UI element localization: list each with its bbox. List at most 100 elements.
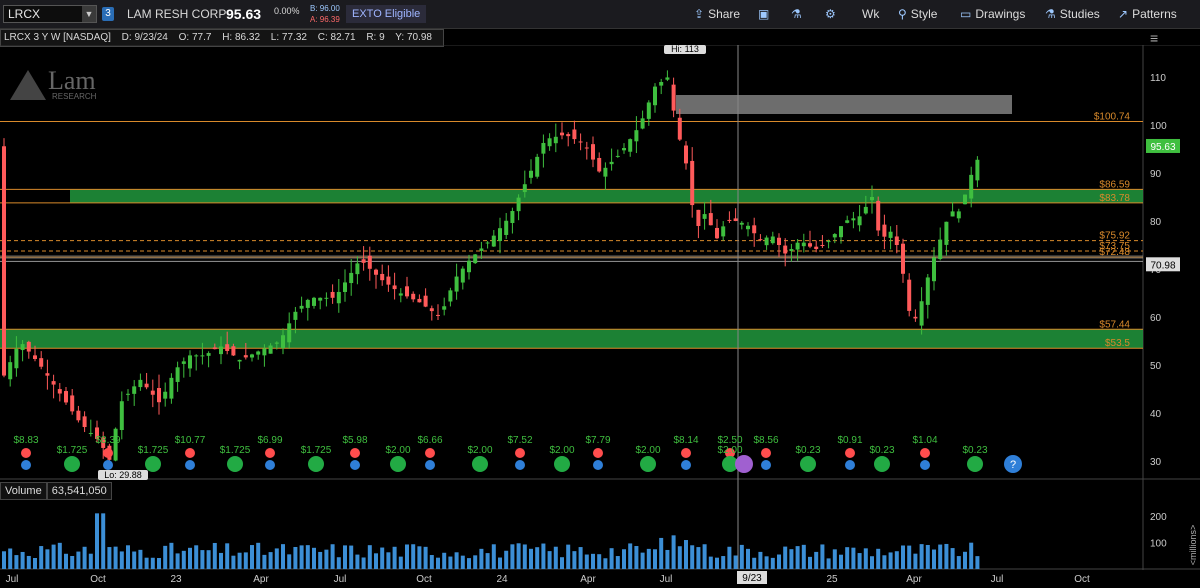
level-label-6: $57.44 (1099, 319, 1130, 330)
info-range: R: 9 (366, 32, 385, 43)
info-icon (920, 460, 930, 470)
studies-button[interactable]: ⚗ Studies (1045, 4, 1100, 24)
candle-body (20, 344, 25, 351)
volume-bar (355, 554, 360, 569)
info-low: L: 77.32 (270, 32, 307, 43)
candle-body (64, 391, 68, 403)
earnings-value: $0.91 (837, 435, 862, 446)
earnings-value: $10.77 (175, 435, 206, 446)
candle-body (57, 389, 62, 394)
earnings-value: $8.14 (673, 435, 698, 446)
share-button[interactable]: ⇪ Share (694, 4, 740, 24)
y-tick-110: 110 (1150, 73, 1166, 84)
candle-body (950, 211, 955, 217)
candle-body (783, 245, 788, 254)
candle-body (150, 390, 155, 395)
volume-bar (801, 544, 806, 569)
candle-body (529, 170, 533, 178)
volume-bar (206, 550, 211, 569)
volume-bar (181, 550, 186, 569)
symbol-input[interactable]: LRCX ▼ (3, 5, 97, 23)
collapse-icon[interactable]: ≡ (1150, 30, 1158, 46)
drawings-button[interactable]: ▭ Drawings (960, 4, 1025, 24)
level-label-7: $53.5 (1105, 338, 1130, 349)
volume-bar (305, 545, 310, 569)
candle-body (560, 132, 564, 136)
volume-bar (132, 551, 137, 569)
volume-bar (436, 557, 440, 569)
candle-body (510, 211, 515, 223)
candle-body (659, 82, 664, 86)
volume-bar (107, 547, 112, 569)
candle-body (274, 342, 279, 344)
drawings-icon: ▭ (960, 7, 972, 21)
volume-bar (814, 551, 819, 569)
volume-bar (405, 544, 409, 569)
candle-body (436, 314, 440, 316)
volume-bar (578, 547, 583, 569)
settings-button[interactable]: ⚙ (825, 4, 840, 24)
candle-body (504, 220, 509, 235)
candle-body (200, 355, 205, 357)
candle-body (70, 395, 75, 412)
flask-button[interactable]: ⚗ (791, 4, 806, 24)
zone-83-86 (70, 189, 1143, 203)
hi-label-text: Hi: 113 (671, 45, 699, 54)
style-button[interactable]: ⚲ Style (898, 4, 937, 24)
earnings-value: $7.52 (507, 435, 532, 446)
volume-bar (157, 558, 161, 569)
volume-bar (826, 558, 831, 569)
candle-body (938, 239, 943, 259)
period-button[interactable]: Wk (862, 4, 879, 24)
candle-body (231, 346, 236, 356)
info-date: D: 9/23/24 (121, 32, 168, 43)
volume-bar (330, 544, 335, 569)
x-tick-label: 24 (496, 574, 508, 585)
volume-bar (380, 547, 385, 569)
candle-body (355, 263, 360, 275)
volume-bar (498, 557, 502, 569)
candle-body (442, 306, 447, 310)
x-tick-label: Jul (6, 574, 19, 585)
volume-bar (541, 543, 546, 569)
earnings-icon (681, 448, 691, 458)
candle-body (88, 432, 93, 434)
price-chart[interactable]: Lam RESEARCH $100.74 $86.59 $83.78 $75.92 $7… (0, 45, 1200, 588)
link-group-badge[interactable]: 3 (102, 7, 114, 21)
volume-bar (293, 546, 298, 569)
last-price-tag-text: 95.63 (1150, 142, 1175, 153)
candle-body (888, 231, 893, 238)
exto-badge[interactable]: EXTO Eligible (346, 5, 427, 23)
volume-tick-200: 200 (1150, 512, 1167, 523)
candle-body (901, 243, 905, 274)
snapshot-button[interactable]: ▣ (758, 4, 773, 24)
candle-body (963, 194, 967, 205)
candle-body (907, 279, 912, 311)
volume-bar (907, 545, 912, 569)
candle-body (708, 213, 713, 226)
candle-body (33, 355, 37, 359)
candle-body (584, 147, 589, 149)
dividend-icon (554, 456, 570, 472)
candle-body (715, 227, 719, 239)
info-close: C: 82.71 (317, 32, 356, 43)
dividend-icon (390, 456, 406, 472)
chevron-down-icon[interactable]: ▼ (82, 6, 96, 22)
volume-bar (560, 557, 564, 569)
volume-bar (336, 557, 341, 569)
candle-body (863, 206, 868, 214)
volume-bar (504, 550, 509, 569)
candle-body (119, 401, 124, 431)
candle-body (801, 242, 806, 247)
volume-bar (739, 544, 744, 569)
volume-bar (789, 549, 794, 569)
volume-bar (8, 548, 13, 569)
info-icon (761, 460, 771, 470)
volume-bar (467, 558, 471, 569)
candle-body (522, 184, 527, 193)
candle-body (411, 293, 416, 300)
candle-body (299, 305, 304, 309)
patterns-button[interactable]: ↗ Patterns (1118, 4, 1177, 24)
candle-body (473, 254, 478, 264)
candle-body (646, 102, 651, 119)
